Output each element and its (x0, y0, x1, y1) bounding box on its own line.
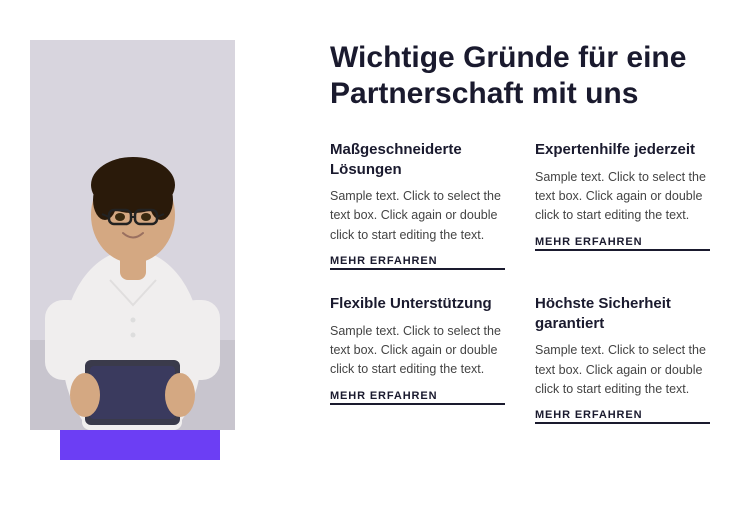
mehr-erfahren-link-massgeschneiderte[interactable]: MEHR ERFAHREN (330, 255, 505, 270)
feature-block-massgeschneiderte: Maßgeschneiderte Lösungen Sample text. Cl… (330, 140, 505, 270)
right-column: Wichtige Gründe für eine Partnerschaft m… (330, 40, 710, 477)
feature-title-sicherheit: Höchste Sicherheit garantiert (535, 294, 710, 333)
feature-title-massgeschneiderte: Maßgeschneiderte Lösungen (330, 140, 505, 179)
feature-block-flexible: Flexible Unterstützung Sample text. Click… (330, 294, 505, 424)
feature-title-expertenhilfe: Expertenhilfe jederzeit (535, 140, 710, 160)
page: Wichtige Gründe für eine Partnerschaft m… (0, 0, 750, 517)
feature-title-flexible: Flexible Unterstützung (330, 294, 505, 314)
feature-text-expertenhilfe: Sample text. Click to select the text bo… (535, 168, 710, 226)
features-grid: Maßgeschneiderte Lösungen Sample text. Cl… (330, 140, 710, 424)
feature-text-flexible: Sample text. Click to select the text bo… (330, 322, 505, 380)
left-column (30, 40, 290, 477)
main-title: Wichtige Gründe für eine Partnerschaft m… (330, 40, 710, 112)
feature-text-massgeschneiderte: Sample text. Click to select the text bo… (330, 187, 505, 245)
mehr-erfahren-link-sicherheit[interactable]: MEHR ERFAHREN (535, 409, 710, 424)
feature-text-sicherheit: Sample text. Click to select the text bo… (535, 341, 710, 399)
mehr-erfahren-link-expertenhilfe[interactable]: MEHR ERFAHREN (535, 236, 710, 251)
mehr-erfahren-link-flexible[interactable]: MEHR ERFAHREN (330, 390, 505, 405)
feature-block-expertenhilfe: Expertenhilfe jederzeit Sample text. Clic… (535, 140, 710, 270)
feature-block-sicherheit: Höchste Sicherheit garantiert Sample text… (535, 294, 710, 424)
person-photo (30, 40, 235, 430)
photo-wrapper (30, 40, 250, 460)
